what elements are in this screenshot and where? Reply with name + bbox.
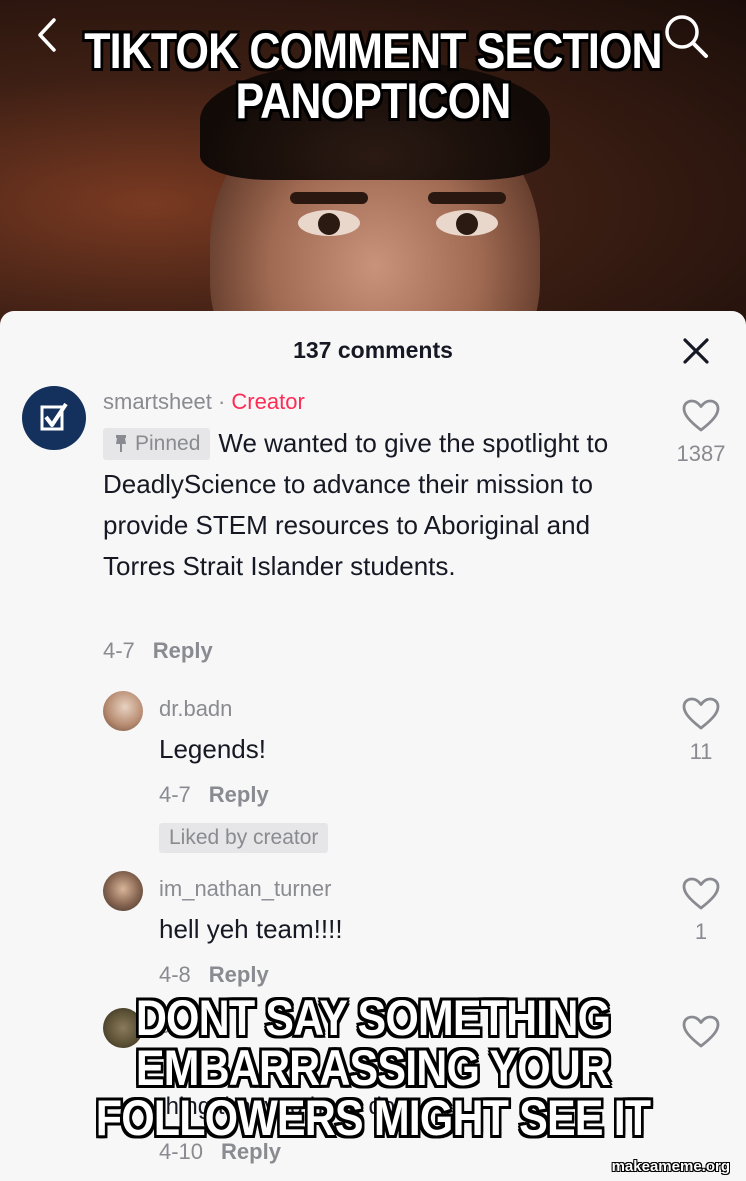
meme-top-text: TIKTOK COMMENT SECTION PANOPTICON [84,23,662,129]
comment-date: 4-7 [159,782,191,807]
avatar[interactable] [22,386,86,450]
heart-outline-icon [682,877,720,910]
comment-meta: 4-7 Reply [103,638,213,664]
comment-count: 137 comments [293,337,453,363]
reply-button[interactable]: Reply [153,638,213,663]
pin-icon [116,435,126,452]
close-button[interactable] [680,335,712,367]
like-count: 11 [689,739,713,764]
pinned-badge: Pinned [103,428,211,460]
heart-outline-icon [682,399,720,432]
comment-meta: 4-7 Reply [159,782,269,808]
reply-button[interactable]: Reply [209,962,269,987]
heart-outline-icon [682,697,720,730]
comment-text: Legends! [159,734,266,764]
watermark: makeameme.org [611,1158,730,1175]
like-count: 1 [694,919,708,944]
comment-username[interactable]: im_nathan_turner [159,876,331,902]
like-button[interactable]: 11 [671,697,731,765]
comment-date: 4-8 [159,962,191,987]
left-eye [298,210,360,236]
avatar[interactable] [103,691,143,731]
right-eyebrow [428,192,506,204]
left-eyebrow [290,192,368,204]
like-count: 1387 [676,441,726,466]
comment-text: hell yeh team!!!! [159,914,343,944]
meme-bottom-text: DONT SAY SOMETHING EMBARRASSING YOUR FOL… [95,990,651,1146]
avatar[interactable] [103,871,143,911]
close-icon [683,338,709,364]
liked-by-creator-badge: Liked by creator [159,823,329,853]
comment-date: 4-7 [103,638,135,663]
comment-username[interactable]: smartsheet · Creator [103,389,305,415]
creator-tag: Creator [231,389,305,414]
reply-button[interactable]: Reply [209,782,269,807]
right-eye [436,210,498,236]
like-button[interactable]: 1387 [671,399,731,467]
comment-meta: 4-8 Reply [159,962,269,988]
smartsheet-logo-icon [40,402,68,431]
like-button[interactable]: 1 [671,877,731,945]
comment-text: Pinned We wanted to give the spotlight to… [103,428,609,581]
comment-username[interactable]: dr.badn [159,696,232,722]
